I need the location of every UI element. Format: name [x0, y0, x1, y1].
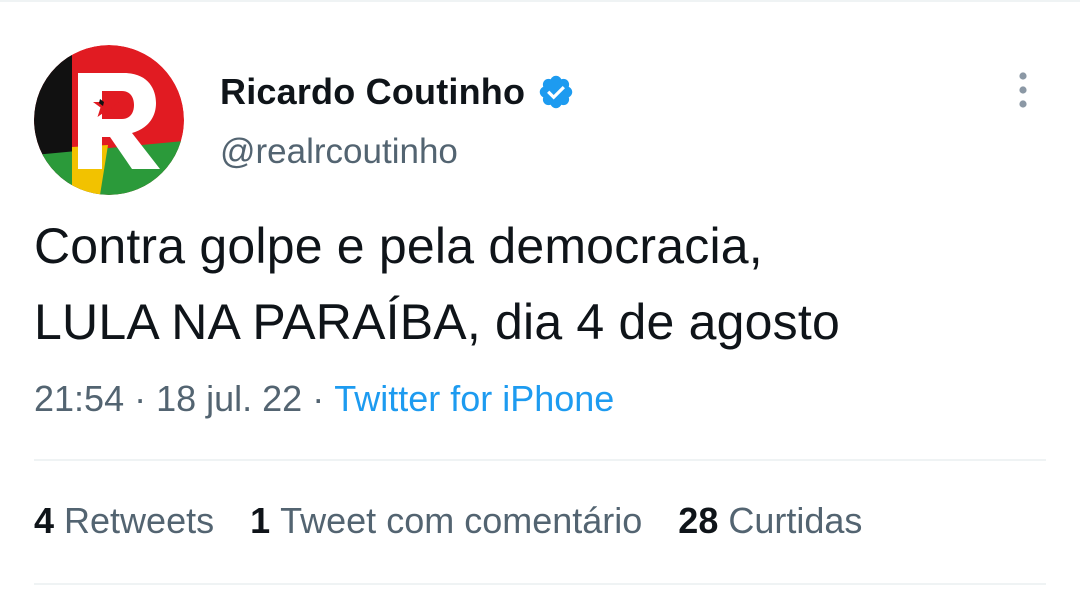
tweet-text-line: LULA NA PARAÍBA, dia 4 de agosto: [34, 294, 840, 350]
meta-separator: ·: [134, 378, 147, 419]
quote-tweets-count: 1: [250, 500, 271, 541]
tweet-text-line: Contra golpe e pela democracia,: [34, 218, 763, 274]
author-handle[interactable]: @realrcoutinho: [220, 132, 458, 172]
likes-count: 28: [678, 500, 719, 541]
retweets-label: Retweets: [64, 500, 215, 541]
more-vertical-icon[interactable]: [1006, 68, 1040, 112]
divider: [34, 583, 1046, 585]
author-name-row: Ricardo Coutinho: [220, 68, 575, 116]
tweet-meta: 21:54 · 18 jul. 22 · Twitter for iPhone: [34, 378, 614, 420]
tweet-stats: 4 Retweets 1 Tweet com comentário 28 Curtid…: [34, 500, 898, 542]
tweet-date[interactable]: 18 jul. 22: [156, 378, 302, 419]
tweet-source-link[interactable]: Twitter for iPhone: [334, 378, 614, 419]
quote-tweets-stat[interactable]: 1 Tweet com comentário: [250, 500, 642, 542]
tweet-text: Contra golpe e pela democracia, LULA NA …: [34, 208, 1044, 360]
retweets-count: 4: [34, 500, 55, 541]
divider: [34, 459, 1046, 461]
likes-stat[interactable]: 28 Curtidas: [678, 500, 862, 542]
meta-separator: ·: [312, 378, 325, 419]
likes-label: Curtidas: [728, 500, 863, 541]
tweet-detail: Ricardo Coutinho @realrcoutinho Contra g…: [0, 0, 1080, 616]
retweets-stat[interactable]: 4 Retweets: [34, 500, 214, 542]
tweet-time[interactable]: 21:54: [34, 378, 124, 419]
verified-badge-icon: [537, 73, 575, 111]
avatar[interactable]: [34, 45, 184, 195]
party-logo-r-with-star-icon: [34, 45, 184, 195]
quote-tweets-label: Tweet com comentário: [280, 500, 643, 541]
author-display-name[interactable]: Ricardo Coutinho: [220, 71, 525, 113]
